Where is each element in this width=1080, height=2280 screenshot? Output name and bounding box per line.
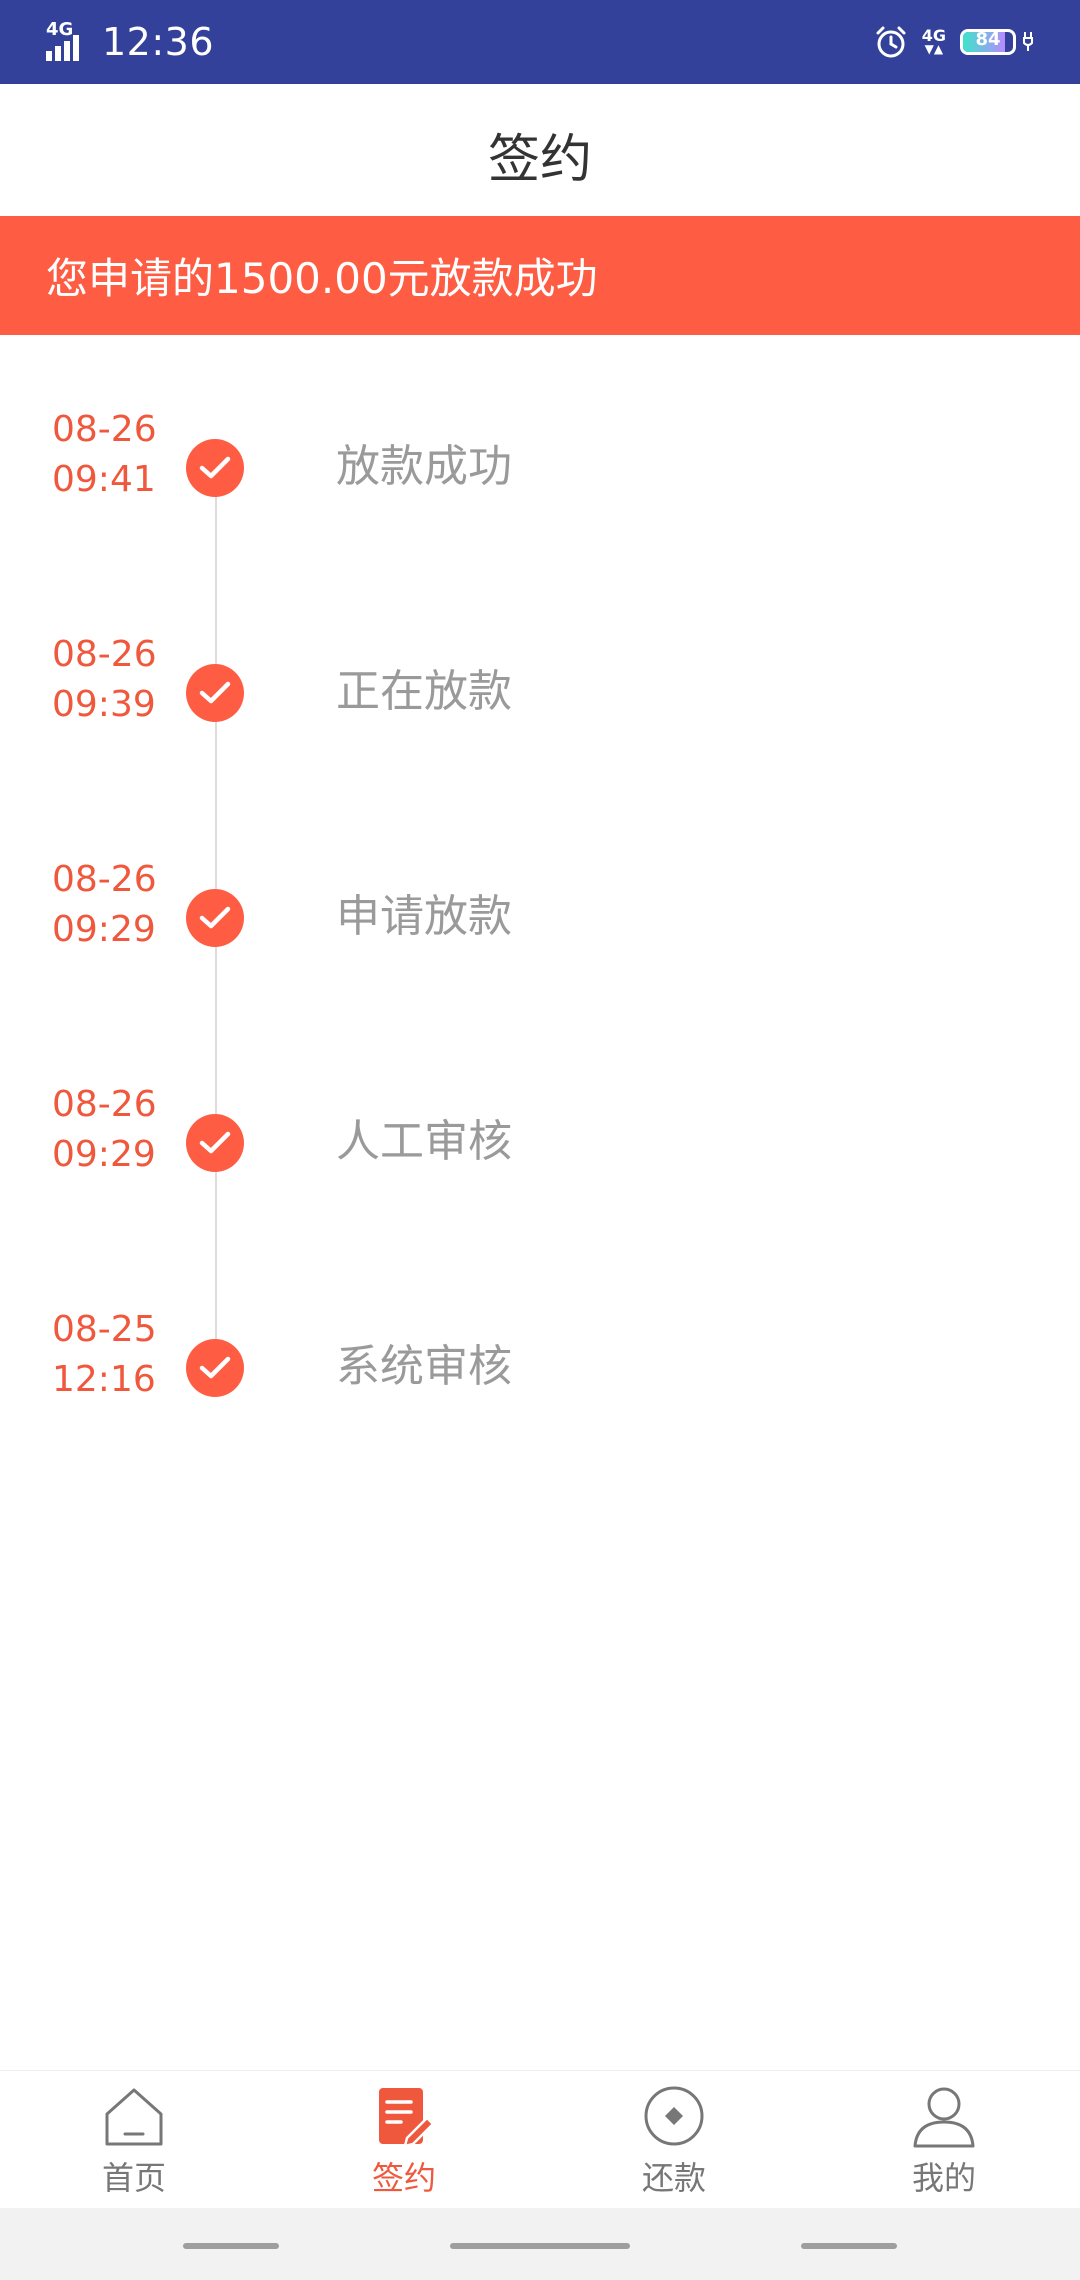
success-banner: 您申请的1500.00元放款成功	[0, 216, 1080, 335]
screen: 4G 12:36 4G ▼▲ 84 签约 您申请的1500.00元放款成功 08…	[0, 0, 1080, 2280]
battery-icon: 84	[960, 29, 1016, 55]
gesture-menu-handle[interactable]	[183, 2243, 279, 2249]
timeline-label: 申请放款	[336, 891, 512, 942]
timeline-date: 08-26	[52, 409, 157, 450]
charging-icon	[1020, 28, 1036, 56]
check-icon	[186, 1339, 244, 1397]
profile-icon	[909, 2083, 979, 2149]
signal-bar	[46, 51, 52, 61]
timeline-date: 08-26	[52, 1084, 157, 1125]
timeline-label: 系统审核	[336, 1341, 512, 1392]
nav-label: 还款	[641, 2159, 706, 2197]
timeline-date: 08-25	[52, 1309, 157, 1350]
timeline-item: 08-26 09:39 正在放款	[0, 630, 1080, 740]
contract-icon	[369, 2083, 439, 2149]
timeline-item: 08-26 09:29 人工审核	[0, 1080, 1080, 1190]
timeline-item: 08-26 09:29 申请放款	[0, 855, 1080, 965]
nav-item-contract[interactable]: 签约	[334, 2083, 474, 2203]
status-bar-right: 4G ▼▲ 84	[874, 18, 1036, 66]
timeline-timestamp: 08-26 09:41	[52, 405, 157, 505]
nav-item-repay[interactable]: 还款	[604, 2083, 744, 2203]
signal-network-label: 4G	[46, 19, 74, 40]
nav-item-home[interactable]: 首页	[64, 2083, 204, 2203]
timeline-timestamp: 08-25 12:16	[52, 1305, 157, 1405]
timeline-timestamp: 08-26 09:29	[52, 855, 157, 955]
status-bar: 4G 12:36 4G ▼▲ 84	[0, 0, 1080, 84]
timeline-label: 放款成功	[336, 441, 512, 492]
timeline-item: 08-25 12:16 系统审核	[0, 1305, 1080, 1415]
gesture-home-handle[interactable]	[450, 2243, 630, 2249]
banner-text: 您申请的1500.00元放款成功	[46, 254, 598, 303]
check-icon	[186, 889, 244, 947]
timeline-date: 08-26	[52, 634, 157, 675]
battery-level: 84	[975, 29, 1001, 50]
gesture-bar	[0, 2208, 1080, 2280]
check-icon	[186, 1114, 244, 1172]
bottom-nav: 首页 签约 还款 我的	[0, 2070, 1080, 2208]
timeline-timestamp: 08-26 09:39	[52, 630, 157, 730]
check-icon	[186, 664, 244, 722]
timeline-time: 09:29	[52, 909, 156, 950]
timeline-time: 09:39	[52, 684, 156, 725]
home-icon	[99, 2083, 169, 2149]
signal-bar	[64, 41, 70, 61]
timeline-item: 08-26 09:41 放款成功	[0, 405, 1080, 515]
timeline-time: 09:41	[52, 459, 156, 500]
timeline-time: 09:29	[52, 1134, 156, 1175]
mobile-data-icon: 4G ▼▲	[921, 26, 946, 56]
timeline-label: 人工审核	[336, 1116, 512, 1167]
repay-icon	[639, 2083, 709, 2149]
signal-bar	[73, 35, 79, 61]
nav-item-profile[interactable]: 我的	[874, 2083, 1014, 2203]
gesture-back-handle[interactable]	[801, 2243, 897, 2249]
signal-icon: 4G	[44, 19, 90, 63]
status-time: 12:36	[102, 20, 215, 64]
progress-timeline: 08-26 09:41 放款成功 08-26 09:39 正在放款 08-26 …	[0, 335, 1080, 1435]
status-bar-left: 4G 12:36	[44, 18, 214, 66]
timeline-time: 12:16	[52, 1359, 156, 1400]
nav-label: 签约	[371, 2159, 436, 2197]
data-arrows-icon: ▼▲	[924, 42, 944, 56]
check-icon	[186, 439, 244, 497]
timeline-date: 08-26	[52, 859, 157, 900]
page-title: 签约	[487, 129, 592, 190]
signal-bar	[55, 46, 61, 61]
timeline-timestamp: 08-26 09:29	[52, 1080, 157, 1180]
mobile-data-label: 4G	[921, 26, 946, 45]
alarm-icon	[874, 25, 908, 59]
nav-label: 首页	[101, 2159, 166, 2197]
page-header: 签约	[0, 84, 1080, 216]
timeline-label: 正在放款	[336, 666, 512, 717]
nav-label: 我的	[911, 2159, 976, 2197]
